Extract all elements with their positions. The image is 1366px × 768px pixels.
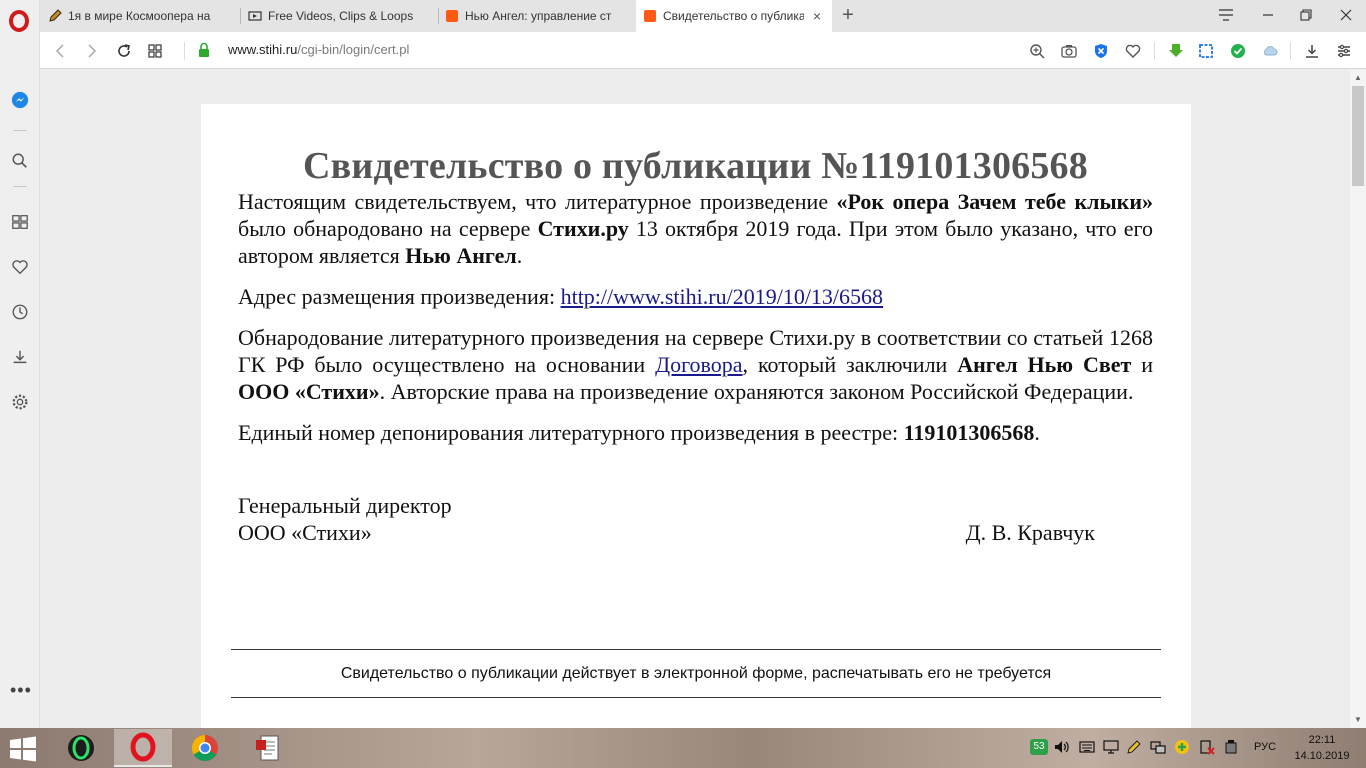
document-app-taskbar-icon[interactable] [238,729,296,767]
power-warning-icon[interactable] [1198,738,1216,756]
speed-dial-icon[interactable] [8,210,32,234]
url-path: /cgi-bin/login/cert.pl [297,42,410,57]
messenger-icon[interactable] [8,88,32,112]
signer-name: Д. В. Кравчук [965,520,1095,545]
back-icon[interactable] [48,39,72,63]
close-tab-icon[interactable]: × [810,8,824,24]
work-title: «Рок опера Зачем тебе клыки» [836,189,1153,214]
green-shield-icon[interactable] [1173,738,1191,756]
contract-paragraph: Обнародование литературного произведения… [238,325,1153,404]
tab-title: Свидетельство о публикац [663,9,804,23]
reload-icon[interactable] [112,39,136,63]
toolbar-separator [1154,42,1155,60]
downloads-icon[interactable] [8,345,32,369]
electronic-form-notice: Свидетельство о публикации действует в э… [231,649,1161,698]
url-host: www.stihi.ru [228,42,298,57]
signature-block: Генеральный директор ООО «Стихи» Д. В. К… [238,492,1153,546]
usb-icon[interactable] [1222,738,1240,756]
tab-title: Free Videos, Clips & Loops [268,9,414,23]
new-tab-button[interactable]: + [836,4,860,28]
checkmark-extension-icon[interactable] [1227,40,1249,62]
download-extension-icon[interactable] [1165,40,1187,62]
tab-menu-icon[interactable] [1208,0,1244,30]
page-viewport: Свидетельство о публикации №119101306568… [41,70,1350,728]
certificate-sheet: Свидетельство о публикации №119101306568… [201,104,1191,728]
party-author: Ангел Нью Свет [957,352,1132,377]
close-window-icon[interactable] [1328,0,1364,30]
tab-4-active[interactable]: Свидетельство о публикац × [636,0,832,32]
windows-taskbar: 53 РУС 22:11 14.10.2019 [0,728,1366,768]
contract-link[interactable]: Договора [655,352,742,377]
easy-setup-icon[interactable] [1333,40,1355,62]
work-url-link[interactable]: http://www.stihi.ru/2019/10/13/6568 [561,284,883,309]
search-icon[interactable] [8,149,32,173]
settings-gear-icon[interactable] [8,390,32,414]
certificate-title: Свидетельство о публикации №119101306568 [303,145,1088,187]
author-name: Нью Ангел [405,243,517,268]
heart-icon[interactable] [8,255,32,279]
clock-date: 14.10.2019 [1294,750,1350,762]
more-icon[interactable]: ••• [10,680,32,701]
minimize-icon[interactable] [1250,0,1286,30]
tab-3[interactable]: Нью Ангел: управление ст [438,0,636,32]
history-clock-icon[interactable] [8,300,32,324]
stihi-favicon-icon [446,10,458,22]
clock-time: 22:11 [1308,734,1336,746]
crop-extension-icon[interactable] [1195,40,1217,62]
forward-icon[interactable] [80,39,104,63]
zoom-search-icon[interactable] [1026,40,1048,62]
site-name: Стихи.ру [537,216,629,241]
scroll-down-arrow-icon[interactable]: ▼ [1350,712,1366,728]
pen-icon[interactable] [1125,738,1143,756]
downloads-toolbar-icon[interactable] [1301,40,1323,62]
tab-2[interactable]: Free Videos, Clips & Loops [240,0,438,32]
address-separator [184,42,185,60]
pencil-favicon-icon [49,9,62,22]
vpn-cloud-extension-icon[interactable] [1259,40,1281,62]
publication-paragraph: Настоящим свидетельствуем, что литератур… [238,189,1153,268]
lock-icon[interactable] [198,42,210,58]
video-favicon-icon [248,11,262,21]
language-indicator[interactable]: РУС [1254,741,1276,753]
keyboard-icon[interactable] [1078,738,1096,756]
scroll-thumb[interactable] [1352,86,1364,186]
registry-paragraph: Единый номер депонирования литературного… [238,420,1040,445]
network-icon[interactable] [1149,738,1167,756]
adblock-shield-icon[interactable] [1090,40,1112,62]
restore-icon[interactable] [1288,0,1324,30]
display-icon[interactable] [1102,738,1120,756]
certificate-document: Свидетельство о публикации №119101306568… [238,104,1153,546]
address-paragraph: Адрес размещения произведения: http://ww… [238,284,884,309]
address-bar: www.stihi.ru/cgi-bin/login/cert.pl [40,32,1366,69]
scroll-up-arrow-icon[interactable]: ▲ [1350,70,1366,86]
opera-sidebar: ••• [0,0,40,728]
volume-icon[interactable] [1053,738,1071,756]
opera-logo-icon[interactable] [9,10,29,32]
url-field[interactable]: www.stihi.ru/cgi-bin/login/cert.pl [228,42,409,57]
registry-number: 119101306568 [903,420,1035,445]
tab-title: Нью Ангел: управление ст [465,9,612,23]
tray-badge-icon[interactable]: 53 [1030,738,1048,756]
opera-taskbar-icon[interactable] [114,729,172,767]
toolbar-separator [1290,42,1291,60]
signer-position: Генеральный директор [238,493,452,518]
chrome-taskbar-icon[interactable] [176,729,234,767]
tab-1[interactable]: 1я в мире Космоопера на [40,0,240,32]
bookmark-heart-icon[interactable] [1122,40,1144,62]
party-company: ООО «Стихи» [238,379,380,404]
tabs-grid-icon[interactable] [143,39,167,63]
taskbar-clock[interactable]: 22:11 14.10.2019 [1290,732,1354,764]
tab-title: 1я в мире Космоопера на [68,9,211,23]
windows-start-icon[interactable] [8,736,38,762]
tab-strip: 1я в мире Космоопера на Free Videos, Cli… [40,0,1366,32]
sidebar-separator [13,186,27,187]
snapshot-camera-icon[interactable] [1058,40,1080,62]
stihi-favicon-icon [644,10,656,22]
opera-gx-taskbar-icon[interactable] [52,729,110,767]
sidebar-separator [13,130,27,131]
page-scrollbar[interactable]: ▲ ▼ [1350,70,1366,728]
